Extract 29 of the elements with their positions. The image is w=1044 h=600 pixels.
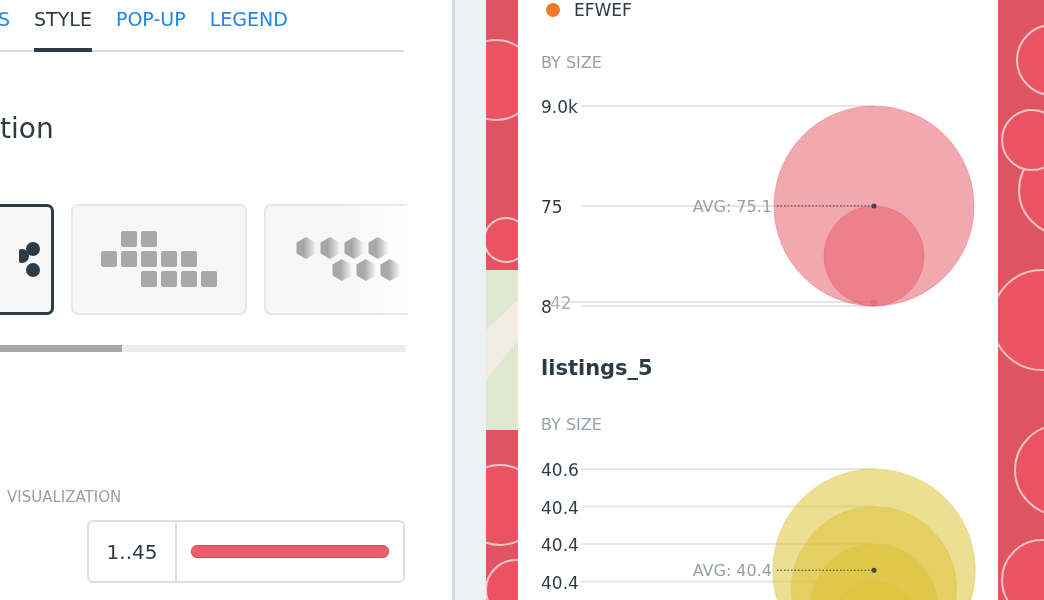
dots-icon xyxy=(19,241,41,279)
section-label: BY SIZE xyxy=(541,415,602,435)
tab[interactable]: LEGEND xyxy=(209,0,288,52)
average-dot xyxy=(871,203,877,209)
scrollbar[interactable] xyxy=(0,345,406,353)
hexagons-icon xyxy=(296,236,400,284)
tab[interactable]: STYLE xyxy=(34,0,92,52)
size-label: 8 xyxy=(541,297,552,317)
size-label: 42 xyxy=(550,293,572,314)
field-label: VISUALIZATION xyxy=(7,488,122,507)
tab[interactable]: POP-UP xyxy=(115,0,186,52)
average-label: AVG: 75.1 xyxy=(692,197,772,217)
size-label: 40.4 xyxy=(541,572,579,593)
size-label: 40.4 xyxy=(541,534,579,555)
tab[interactable]: S xyxy=(0,0,11,52)
size-label: 9.0k xyxy=(541,97,578,118)
size-label: 40.4 xyxy=(541,497,579,518)
section-title: tion xyxy=(0,111,54,146)
legend-label: EFWEF xyxy=(574,0,632,21)
size-label: 75 xyxy=(541,197,563,218)
section-label: BY SIZE xyxy=(541,53,602,73)
average-label: AVG: 40.4 xyxy=(692,560,772,580)
squares-icon xyxy=(100,231,218,289)
average-dot xyxy=(871,567,877,573)
size-label: 40.6 xyxy=(541,459,579,480)
scrollbar-thumb[interactable] xyxy=(0,345,122,353)
visualization-option[interactable] xyxy=(0,204,54,316)
size-ramp-selector[interactable]: 1..45 xyxy=(87,520,405,584)
layer-title: listings_5 xyxy=(541,356,653,382)
